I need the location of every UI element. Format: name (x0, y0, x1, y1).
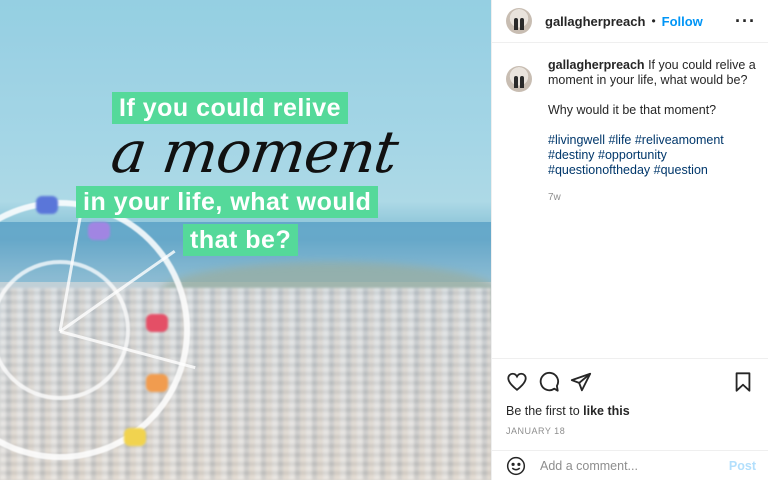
caption-time-ago[interactable]: 7w (548, 190, 756, 205)
caption-body: gallagherpreach If you could relive a mo… (548, 58, 756, 205)
more-horizontal-icon[interactable]: ··· (735, 12, 756, 30)
overlay-script-line: a moment (107, 118, 402, 186)
bookmark-icon[interactable] (732, 371, 754, 393)
hashtags-line-2[interactable]: #destiny #opportunity (548, 148, 667, 162)
header-username[interactable]: gallagherpreach (545, 14, 645, 29)
like-this-link[interactable]: like this (583, 404, 630, 418)
post-date[interactable]: JANUARY 18 (506, 426, 565, 436)
post-header: gallagherpreach • Follow ··· (492, 0, 768, 43)
action-bar (492, 358, 768, 404)
caption: gallagherpreach If you could relive a mo… (506, 58, 756, 205)
heart-icon[interactable] (506, 371, 528, 393)
follow-button[interactable]: Follow (662, 14, 703, 29)
share-icon[interactable] (570, 371, 592, 393)
hashtags-line-1[interactable]: #livingwell #life #reliveamoment (548, 133, 724, 147)
caption-username[interactable]: gallagherpreach (548, 58, 645, 72)
comment-input[interactable] (540, 458, 729, 473)
overlay-line-3: in your life, what would (76, 186, 379, 218)
likes-text: Be the first to like this (506, 404, 630, 418)
post-image[interactable]: If you could relive a moment in your lif… (0, 0, 491, 480)
post-details-panel: gallagherpreach • Follow ··· gallagherpr… (491, 0, 768, 480)
overlay-line-4: that be? (183, 224, 299, 256)
caption-question: Why would it be that moment? (548, 103, 717, 117)
post-text-overlay: If you could relive a moment in your lif… (0, 0, 491, 480)
comment-bar: Post (492, 450, 768, 480)
likes-prefix: Be the first to (506, 404, 584, 418)
emoji-icon[interactable] (506, 456, 526, 476)
avatar[interactable] (506, 8, 532, 34)
comment-icon[interactable] (538, 371, 560, 393)
separator-dot: • (651, 14, 656, 28)
avatar[interactable] (506, 66, 532, 92)
post-comment-button[interactable]: Post (729, 459, 756, 473)
hashtags-line-3[interactable]: #questionoftheday #question (548, 163, 708, 177)
